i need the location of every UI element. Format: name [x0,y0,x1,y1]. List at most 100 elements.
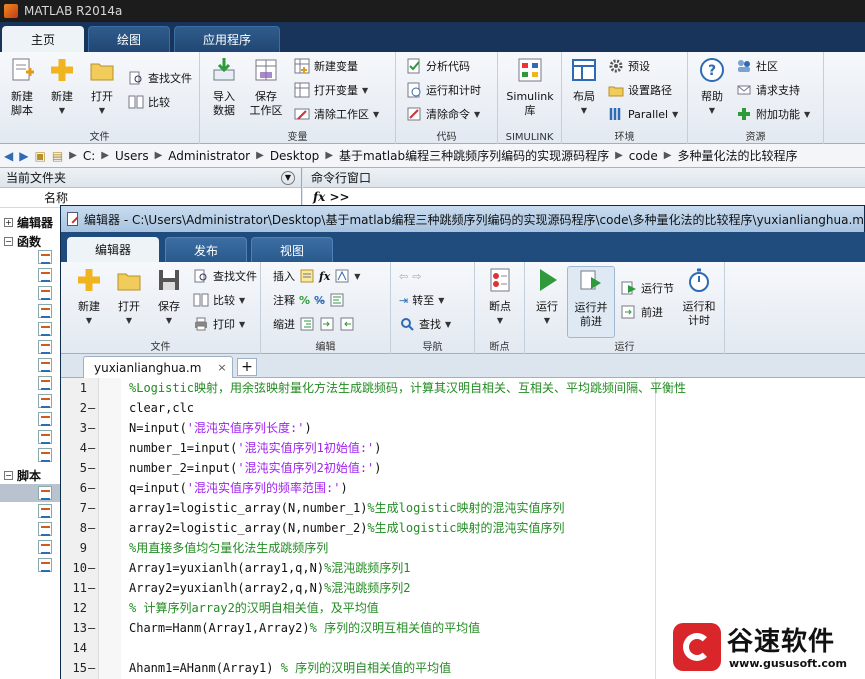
code-line[interactable]: 2— clear,clc [61,398,865,418]
increase-indent-icon[interactable] [319,316,335,332]
find-button[interactable]: 查找 ▼ [399,314,451,334]
code-text[interactable]: array2=logistic_array(N,number_2)%生成logi… [129,518,564,538]
executable-line-marker[interactable]: — [88,518,98,538]
indent-button[interactable]: 缩进 [273,314,355,334]
executable-line-marker[interactable]: — [88,658,98,678]
help-button[interactable]: ? 帮助 ▼ [690,56,734,118]
breakpoints-button[interactable]: 断点 ▼ [478,266,522,328]
parallel-dropdown-icon[interactable]: ▼ [672,110,678,119]
tree-group-scripts[interactable]: − 脚本 [4,467,41,484]
insert-section-icon[interactable] [299,268,315,284]
breadcrumb-users[interactable]: Users [115,149,149,163]
executable-line-marker[interactable]: — [88,458,98,478]
code-line[interactable]: 6— q=input('混沌实值序列的频率范围:') [61,478,865,498]
editor-print-button[interactable]: 打印 ▼ [193,314,245,334]
editor-save-button[interactable]: 保存 ▼ [147,266,191,328]
function-file-icon[interactable] [38,430,52,444]
save-workspace-button[interactable]: 保存 工作区 [244,56,288,118]
new-variable-button[interactable]: 新建变量 [294,56,358,76]
analyze-code-button[interactable]: 分析代码 [406,56,470,76]
open-variable-button[interactable]: 打开变量 ▼ [294,80,368,100]
code-text[interactable]: % 计算序列array2的汉明自相关值，及平均值 [129,598,379,618]
advance-button[interactable]: 前进 [621,302,663,322]
percent-icon[interactable]: % [299,294,310,307]
goto-dropdown-icon[interactable]: ▼ [438,296,444,305]
comment-button[interactable]: 注释 % %̶ [273,290,345,310]
browse-folder-icon[interactable]: ▤ [52,149,63,163]
code-line[interactable]: 11— Array2=yuxianlh(array2,q,N)%混沌跳频序列2 [61,578,865,598]
panel-actions-icon[interactable]: ▼ [281,171,295,185]
community-button[interactable]: 社区 [736,56,778,76]
function-file-icon[interactable] [38,268,52,282]
simulink-library-button[interactable]: Simulink 库 [500,56,560,118]
doc-tab-yuxianlianghua[interactable]: yuxianlianghua.m × [83,356,233,378]
back-icon[interactable]: ◀ [4,149,13,163]
code-line[interactable]: 10— Array1=yuxianlh(array1,q,N)%混沌跳频序列1 [61,558,865,578]
open-variable-dropdown-icon[interactable]: ▼ [362,86,368,95]
command-prompt[interactable]: fx >> [303,188,865,206]
import-data-button[interactable]: 导入 数据 [202,56,246,118]
function-file-icon[interactable] [38,304,52,318]
clear-workspace-dropdown-icon[interactable]: ▼ [373,110,379,119]
new-tab-button[interactable]: + [237,358,257,376]
function-file-icon[interactable] [38,376,52,390]
function-file-icon[interactable] [38,340,52,354]
function-file-icon[interactable] [38,358,52,372]
code-text[interactable]: q=input('混沌实值序列的频率范围:') [129,478,348,498]
open-button[interactable]: 打开 ▼ [80,56,124,118]
clear-commands-button[interactable]: 清除命令 ▼ [406,104,480,124]
collapse-icon[interactable]: − [4,471,13,480]
function-file-icon[interactable] [38,448,52,462]
nav-back-forward[interactable]: ⇦ ⇨ [399,266,421,286]
breadcrumb-code[interactable]: code [629,149,658,163]
code-text[interactable]: Ahanm1=AHanm(Array1) % 序列的汉明自相关值的平均值 [129,658,451,678]
find-dropdown-icon[interactable]: ▼ [445,320,451,329]
code-line[interactable]: 8— array2=logistic_array(N,number_2)%生成lo… [61,518,865,538]
decrease-indent-icon[interactable] [339,316,355,332]
uncomment-icon[interactable]: %̶ [314,294,325,307]
preferences-button[interactable]: 预设 [608,56,650,76]
run-and-time-editor-button[interactable]: 运行和 计时 [675,266,723,328]
expand-icon[interactable]: + [4,218,13,227]
compare-button[interactable]: 比较 [128,92,170,112]
find-files-button[interactable]: 查找文件 [128,68,192,88]
code-line[interactable]: 5— number_2=input('混沌实值序列2初始值:') [61,458,865,478]
executable-line-marker[interactable]: — [88,418,98,438]
editor-compare-button[interactable]: 比较 ▼ [193,290,245,310]
code-line[interactable]: 12 % 计算序列array2的汉明自相关值，及平均值 [61,598,865,618]
breadcrumb-administrator[interactable]: Administrator [168,149,250,163]
goto-button[interactable]: ⇥ 转至 ▼ [399,290,444,310]
fx-icon[interactable]: fx [319,270,330,283]
code-text[interactable]: N=input('混沌实值序列长度:') [129,418,312,438]
breadcrumb-drive[interactable]: C: [83,149,95,163]
run-and-time-button[interactable]: 运行和计时 [406,80,481,100]
run-section-button[interactable]: 运行节 [621,278,674,298]
function-file-icon[interactable] [38,412,52,426]
executable-line-marker[interactable]: — [88,618,98,638]
collapse-icon[interactable]: − [4,237,13,246]
tab-apps[interactable]: 应用程序 [174,26,280,52]
tab-plots[interactable]: 绘图 [88,26,170,52]
request-support-button[interactable]: 请求支持 [736,80,800,100]
insert-function-icon[interactable] [334,268,350,284]
nav-back-icon[interactable]: ⇦ [399,270,408,283]
close-icon[interactable]: × [217,361,226,374]
script-file-icon[interactable] [38,504,52,518]
executable-line-marker[interactable]: — [88,478,98,498]
code-text[interactable]: array1=logistic_array(N,number_1)%生成logi… [129,498,564,518]
code-text[interactable]: number_1=input('混沌实值序列1初始值:') [129,438,382,458]
function-file-icon[interactable] [38,286,52,300]
executable-line-marker[interactable]: — [88,398,98,418]
tree-group-editor[interactable]: + 编辑器 [4,214,53,231]
code-text[interactable]: Charm=Hanm(Array1,Array2)% 序列的汉明互相关值的平均值 [129,618,480,638]
breadcrumb-compare[interactable]: 多种量化法的比较程序 [677,147,797,164]
code-line[interactable]: 7— array1=logistic_array(N,number_1)%生成lo… [61,498,865,518]
code-line[interactable]: 3— N=input('混沌实值序列长度:') [61,418,865,438]
tab-view[interactable]: 视图 [251,237,333,262]
tab-home[interactable]: 主页 [2,26,84,52]
editor-new-button[interactable]: 新建 ▼ [67,266,111,328]
code-text[interactable]: Array1=yuxianlh(array1,q,N)%混沌跳频序列1 [129,558,411,578]
editor-compare-dropdown-icon[interactable]: ▼ [239,296,245,305]
wrap-comment-icon[interactable] [329,292,345,308]
set-path-button[interactable]: 设置路径 [608,80,672,100]
